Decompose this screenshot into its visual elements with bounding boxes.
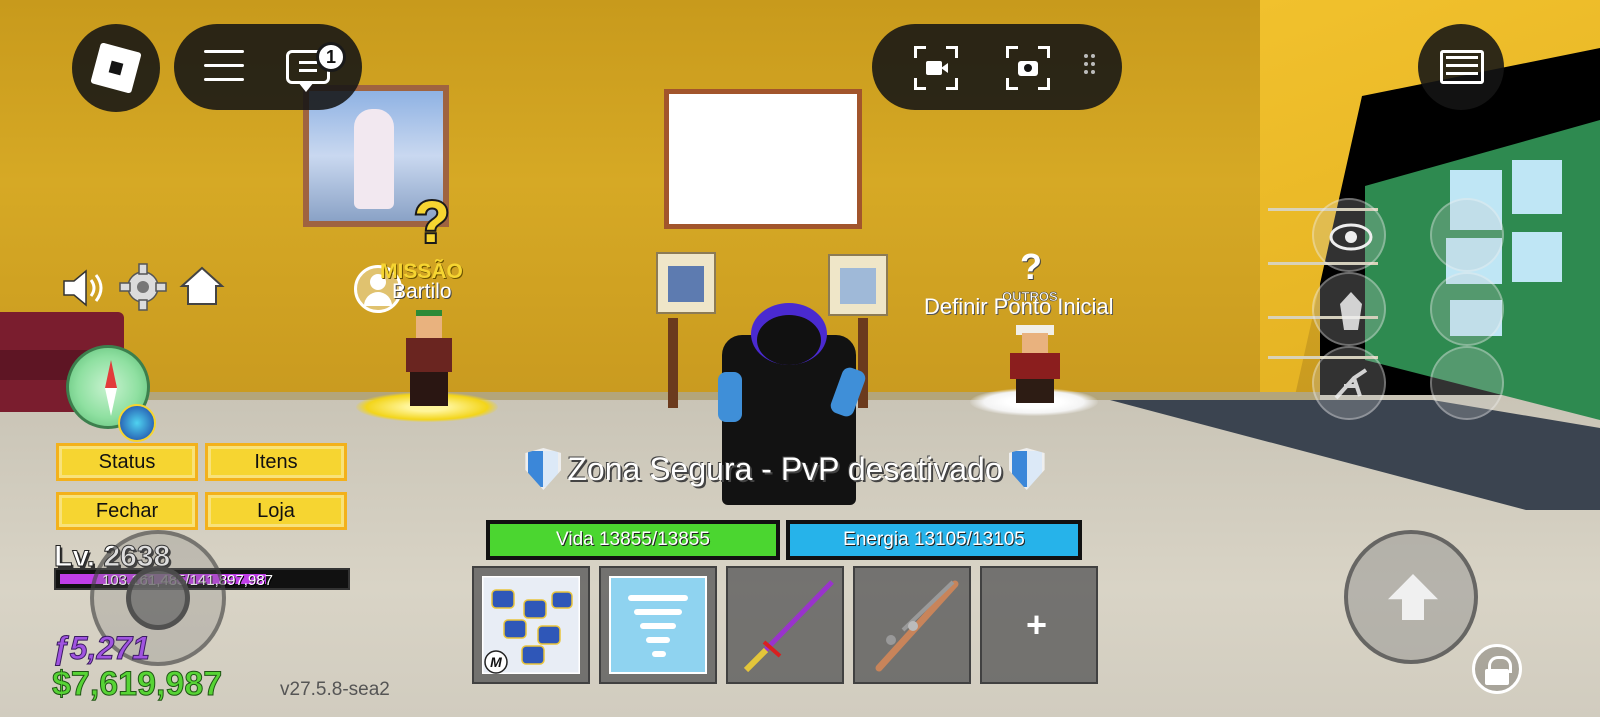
fire-ability-icon[interactable] xyxy=(1430,346,1504,420)
quest-npc-character[interactable] xyxy=(402,316,456,408)
tornado-icon xyxy=(609,576,707,674)
gear-icon[interactable] xyxy=(118,262,168,312)
shop-window xyxy=(1512,160,1562,214)
settings-window-button[interactable] xyxy=(1418,24,1504,110)
safe-zone-text: Zona Segura - PvP desativado xyxy=(567,450,1003,487)
blank-painting xyxy=(664,89,862,229)
other-question-mark: ? xyxy=(1020,246,1042,287)
svg-text:M: M xyxy=(490,654,502,670)
add-slot-button[interactable]: + xyxy=(980,566,1098,684)
speaker-icon[interactable] xyxy=(60,266,108,310)
screenshot-icon[interactable] xyxy=(1006,46,1050,90)
chat-unread-badge: 1 xyxy=(316,42,346,72)
dash-ability-icon[interactable] xyxy=(1312,346,1386,420)
hotbar-slot-3[interactable] xyxy=(726,566,844,684)
chat-button[interactable]: 1 xyxy=(284,42,346,92)
shop-window xyxy=(1512,232,1562,282)
spawn-npc-character[interactable] xyxy=(1006,325,1064,403)
top-menu-pill: 1 xyxy=(174,24,362,110)
wanted-poster xyxy=(828,254,888,316)
shoes-ability-icon[interactable] xyxy=(1430,272,1504,346)
health-bar: Vida 13855/13855 xyxy=(486,520,780,560)
wanted-poster xyxy=(656,252,716,314)
jump-button[interactable] xyxy=(1344,530,1478,664)
plus-icon: + xyxy=(1026,604,1048,645)
energy-bar-fill: Energia 13105/13105 xyxy=(790,524,1078,556)
hotbar-slot-4[interactable] xyxy=(853,566,971,684)
drag-handle-icon[interactable] xyxy=(1084,54,1098,80)
svg-text:?: ? xyxy=(414,190,449,254)
shift-lock-icon[interactable] xyxy=(1472,644,1522,694)
hotbar-slot-1[interactable]: M xyxy=(472,566,590,684)
joystick-knob[interactable] xyxy=(126,566,190,630)
quest-question-mark-icon: ? xyxy=(412,188,451,254)
superhuman-fists-icon: M xyxy=(482,576,580,674)
window-menu-icon xyxy=(1440,50,1484,84)
purple-katana-icon xyxy=(743,580,834,673)
player-head xyxy=(757,315,821,365)
spawn-point-label: Definir Ponto Inicial xyxy=(924,294,1114,319)
shop-button[interactable]: Loja xyxy=(205,492,347,530)
fragments-counter: ƒ5,271 xyxy=(52,630,151,667)
observation-eye-icon[interactable] xyxy=(1312,198,1386,272)
health-bar-fill: Vida 13855/13855 xyxy=(490,524,776,556)
shield-icon xyxy=(525,448,562,490)
shield-icon xyxy=(1008,448,1045,490)
version-label: v27.5.8-sea2 xyxy=(280,679,390,700)
record-video-icon[interactable] xyxy=(914,46,958,90)
buso-haki-icon[interactable] xyxy=(1312,272,1386,346)
capture-pill xyxy=(872,24,1122,110)
money-counter: $7,619,987 xyxy=(51,665,223,704)
race-ability-icon[interactable] xyxy=(118,404,156,442)
quest-npc-name: Bartilo xyxy=(392,280,452,303)
roblox-logo-icon xyxy=(90,42,142,94)
close-button[interactable]: Fechar xyxy=(56,492,198,530)
up-arrow-icon xyxy=(1388,574,1438,620)
floor-edge xyxy=(0,392,1320,400)
gun-icon xyxy=(875,580,959,672)
energy-bar: Energia 13105/13105 xyxy=(786,520,1082,560)
roblox-menu-button[interactable] xyxy=(72,24,160,112)
ability-slot-icon[interactable] xyxy=(1430,198,1504,272)
player-arm xyxy=(718,372,742,422)
status-button[interactable]: Status xyxy=(56,443,198,481)
safe-zone-banner: Zona Segura - PvP desativado xyxy=(500,446,1070,492)
home-icon[interactable] xyxy=(178,262,226,310)
hamburger-menu-icon[interactable] xyxy=(204,50,244,84)
hotbar-slot-2[interactable] xyxy=(599,566,717,684)
items-button[interactable]: Itens xyxy=(205,443,347,481)
